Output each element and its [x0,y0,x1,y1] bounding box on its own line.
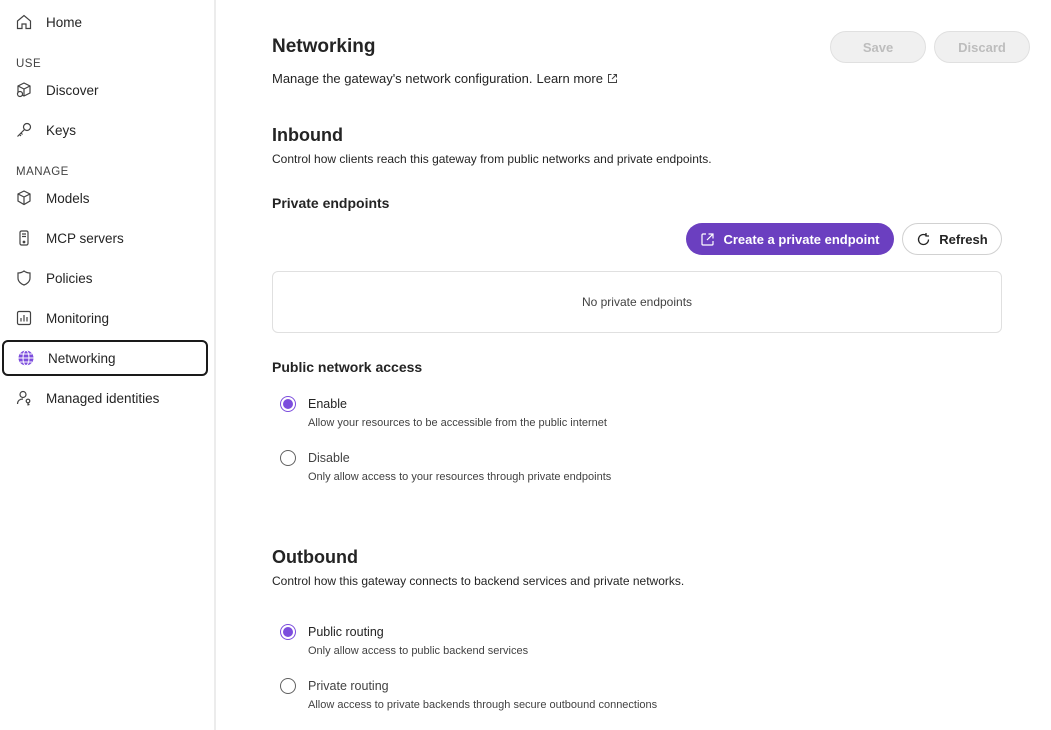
server-icon [14,228,34,248]
sidebar-item-label: Home [46,14,83,30]
radio-description: Only allow access to your resources thro… [308,471,612,483]
sidebar-item-label: Keys [46,122,77,138]
sidebar-item-monitoring[interactable]: Monitoring [2,300,208,336]
discard-button[interactable]: Discard [934,31,1030,63]
private-endpoints-title: Private endpoints [272,195,390,211]
refresh-icon [916,232,931,247]
private-endpoints-empty-state: No private endpoints [272,271,1002,333]
learn-more-link[interactable]: Learn more [536,71,602,86]
page-description-text: Manage the gateway's network configurati… [272,71,533,86]
radio-button[interactable] [280,450,296,466]
external-link-icon [607,73,618,84]
sidebar-item-label: Monitoring [46,310,110,326]
radio-private-routing[interactable]: Private routing Allow access to private … [280,677,657,711]
sidebar-item-networking[interactable]: Networking [2,340,208,376]
sidebar-item-models[interactable]: Models [2,180,208,216]
sidebar-item-managed-identities[interactable]: Managed identities [2,380,208,416]
public-network-access-title: Public network access [272,359,423,375]
inbound-description: Control how clients reach this gateway f… [272,152,712,166]
shield-icon [14,268,34,288]
sidebar-item-label: Networking [48,350,116,366]
sidebar-item-policies[interactable]: Policies [2,260,208,296]
sidebar-item-label: Models [46,190,90,206]
empty-state-text: No private endpoints [581,295,693,309]
sidebar-item-keys[interactable]: Keys [2,112,208,148]
save-button[interactable]: Save [830,31,926,63]
radio-enable[interactable]: Enable Allow your resources to be access… [280,395,607,429]
sidebar: Home USE Discover Keys MANAGE Models MCP… [0,0,214,730]
sidebar-item-label: Managed identities [46,390,160,406]
inbound-title: Inbound [272,125,343,145]
radio-label: Enable [308,397,347,411]
sidebar-item-home[interactable]: Home [2,4,208,40]
sidebar-item-discover[interactable]: Discover [2,72,208,108]
page-description: Manage the gateway's network configurati… [272,71,618,86]
radio-button[interactable] [280,624,296,640]
page-title: Networking [272,36,376,57]
chart-icon [14,308,34,328]
open-external-icon [700,232,715,247]
key-icon [14,120,34,140]
refresh-button[interactable]: Refresh [902,223,1002,255]
radio-button[interactable] [280,396,296,412]
radio-label: Disable [308,451,350,465]
radio-label: Private routing [308,679,389,693]
sidebar-item-label: Policies [46,270,93,286]
radio-disable[interactable]: Disable Only allow access to your resour… [280,449,611,483]
sidebar-item-label: Discover [46,82,99,98]
outbound-title: Outbound [272,547,358,567]
radio-public-routing[interactable]: Public routing Only allow access to publ… [280,623,528,657]
sidebar-item-mcp-servers[interactable]: MCP servers [2,220,208,256]
main-content: Networking Save Discard Manage the gatew… [216,0,1051,730]
home-icon [14,12,34,32]
outbound-description: Control how this gateway connects to bac… [272,574,685,588]
sidebar-item-label: MCP servers [46,230,124,246]
radio-label: Public routing [308,625,384,639]
radio-button[interactable] [280,678,296,694]
sidebar-section-manage: MANAGE [16,166,69,178]
create-private-endpoint-button[interactable]: Create a private endpoint [686,223,894,255]
sidebar-section-use: USE [16,58,42,70]
person-key-icon [14,388,34,408]
create-private-endpoint-label: Create a private endpoint [723,231,880,247]
globe-icon [16,348,36,368]
cube-search-icon [14,80,34,100]
radio-description: Only allow access to public backend serv… [308,645,529,657]
radio-description: Allow access to private backends through… [308,699,658,711]
refresh-label: Refresh [939,231,988,247]
cube-icon [14,188,34,208]
radio-description: Allow your resources to be accessible fr… [308,417,607,429]
